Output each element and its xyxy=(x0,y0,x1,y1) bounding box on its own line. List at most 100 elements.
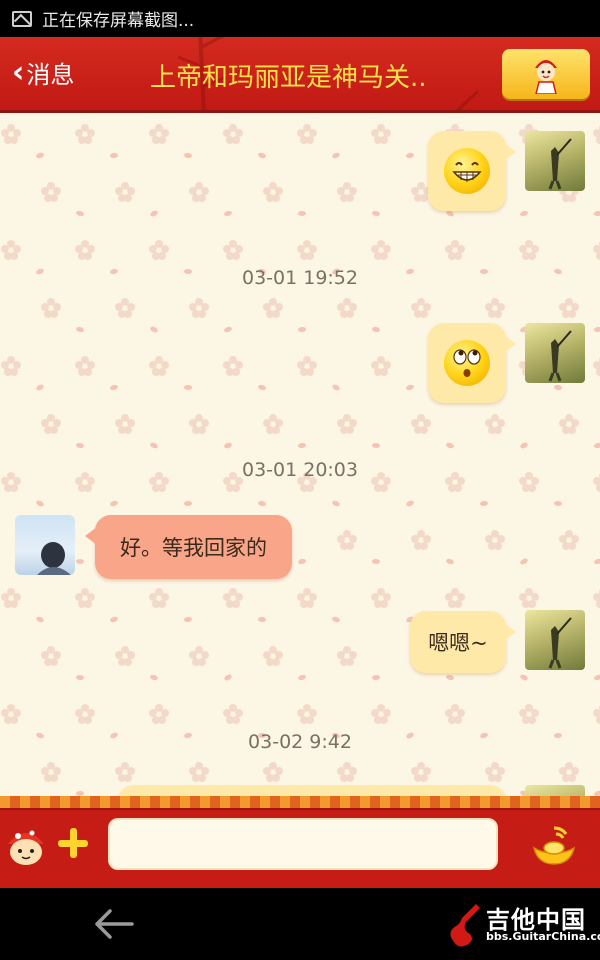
flower-pattern-icon xyxy=(75,704,95,724)
my-avatar[interactable] xyxy=(525,610,585,670)
guitar-logo-icon xyxy=(450,904,480,947)
flower-pattern-icon xyxy=(115,182,135,202)
message-bubble-sent[interactable] xyxy=(118,785,506,796)
my-avatar[interactable] xyxy=(525,323,585,383)
petal-decoration xyxy=(257,151,267,160)
flower-pattern-icon xyxy=(223,124,243,144)
flower-pattern-icon xyxy=(297,704,317,724)
petal-decoration xyxy=(371,674,381,681)
petal-decoration xyxy=(371,326,381,333)
flower-pattern-icon xyxy=(485,298,505,318)
my-avatar[interactable] xyxy=(525,131,585,191)
flower-pattern-icon xyxy=(223,240,243,260)
back-arrow-icon[interactable] xyxy=(92,906,136,942)
petal-decoration xyxy=(257,384,267,391)
flower-pattern-icon xyxy=(411,530,431,550)
flower-pattern-icon xyxy=(559,414,579,434)
message-input[interactable] xyxy=(108,818,498,870)
petal-decoration xyxy=(593,210,600,217)
profile-avatar-icon xyxy=(535,60,557,94)
chat-title: 上帝和玛丽亚是神马关.. xyxy=(150,63,427,93)
petal-decoration xyxy=(223,325,233,334)
timestamp: 03-02 9:42 xyxy=(248,731,352,753)
petal-decoration xyxy=(405,499,415,508)
flower-pattern-icon xyxy=(189,646,209,666)
petal-decoration xyxy=(75,674,85,681)
status-bar: 正在保存屏幕截图... xyxy=(0,0,600,37)
message-bubble-sent[interactable]: 嗯嗯~ xyxy=(410,611,516,673)
petal-decoration xyxy=(297,673,307,682)
flower-pattern-icon xyxy=(559,298,579,318)
grinning-emoji-icon xyxy=(444,148,490,194)
petal-decoration xyxy=(519,209,529,218)
flower-pattern-icon xyxy=(371,124,391,144)
petal-decoration xyxy=(75,326,85,333)
flower-pattern-icon xyxy=(1,240,21,260)
chat-area[interactable]: 03-01 19:52 03-01 20:03 好。等我回家的 嗯嗯~ 03-0… xyxy=(0,113,600,796)
petal-decoration xyxy=(445,441,455,450)
flower-pattern-icon xyxy=(519,588,539,608)
flower-pattern-icon xyxy=(41,762,61,782)
flower-pattern-icon xyxy=(263,298,283,318)
mascot-icon[interactable] xyxy=(4,824,48,868)
flower-pattern-icon xyxy=(75,588,95,608)
flower-pattern-icon xyxy=(593,357,600,376)
flower-pattern-icon xyxy=(445,240,465,260)
petal-decoration xyxy=(257,616,267,623)
flower-pattern-icon xyxy=(411,298,431,318)
petal-decoration xyxy=(35,615,45,624)
flower-pattern-icon xyxy=(411,414,431,434)
eyes-rolling-emoji-icon xyxy=(444,340,490,386)
message-bubble-sent[interactable] xyxy=(428,323,516,403)
petal-decoration xyxy=(149,325,159,334)
flower-pattern-icon xyxy=(1,704,21,724)
my-avatar[interactable] xyxy=(525,785,585,796)
flower-pattern-icon xyxy=(149,124,169,144)
flower-pattern-icon xyxy=(1,356,21,376)
flower-pattern-icon xyxy=(115,298,135,318)
message-bubble-received[interactable]: 好。等我回家的 xyxy=(85,515,292,579)
petal-decoration xyxy=(519,441,529,450)
flower-pattern-icon xyxy=(485,762,505,782)
petal-decoration xyxy=(184,385,192,390)
flower-pattern-icon xyxy=(411,762,431,782)
flower-pattern-icon xyxy=(593,589,600,608)
plus-icon[interactable] xyxy=(56,826,90,860)
gold-ingot-icon[interactable] xyxy=(530,824,578,866)
petal-decoration xyxy=(75,209,85,218)
flower-pattern-icon xyxy=(337,646,357,666)
flower-pattern-icon xyxy=(297,356,317,376)
flower-pattern-icon xyxy=(337,414,357,434)
flower-pattern-icon xyxy=(297,588,317,608)
petal-decoration xyxy=(593,442,600,449)
back-button[interactable]: ‹ 消息 xyxy=(12,55,74,90)
system-nav-bar: 吉他中国 bbs.GuitarChina.com xyxy=(0,888,600,960)
flower-pattern-icon xyxy=(41,646,61,666)
watermark: 吉他中国 bbs.GuitarChina.com xyxy=(446,900,600,950)
message-bubble-sent[interactable] xyxy=(428,131,516,211)
flower-pattern-icon xyxy=(223,704,243,724)
petal-decoration xyxy=(257,500,267,507)
flower-pattern-icon xyxy=(337,182,357,202)
petal-decoration xyxy=(519,557,529,566)
flower-pattern-icon xyxy=(149,588,169,608)
flower-pattern-icon xyxy=(593,705,600,724)
chat-header: ‹ 消息 上帝和玛丽亚是神马关.. xyxy=(0,37,600,113)
petal-decoration xyxy=(593,673,600,682)
flower-pattern-icon xyxy=(263,646,283,666)
flower-pattern-icon xyxy=(115,414,135,434)
flower-pattern-icon xyxy=(297,124,317,144)
decorative-trim xyxy=(0,796,600,810)
flower-pattern-icon xyxy=(41,414,61,434)
profile-button[interactable] xyxy=(502,49,590,99)
petal-decoration xyxy=(297,442,307,449)
flower-pattern-icon xyxy=(593,241,600,260)
petal-decoration xyxy=(331,383,341,392)
petal-decoration xyxy=(109,615,119,624)
friend-avatar[interactable] xyxy=(15,515,75,575)
flower-pattern-icon xyxy=(115,762,135,782)
flower-pattern-icon xyxy=(371,588,391,608)
petal-decoration xyxy=(331,615,341,624)
flower-pattern-icon xyxy=(41,182,61,202)
petal-decoration xyxy=(35,151,45,160)
